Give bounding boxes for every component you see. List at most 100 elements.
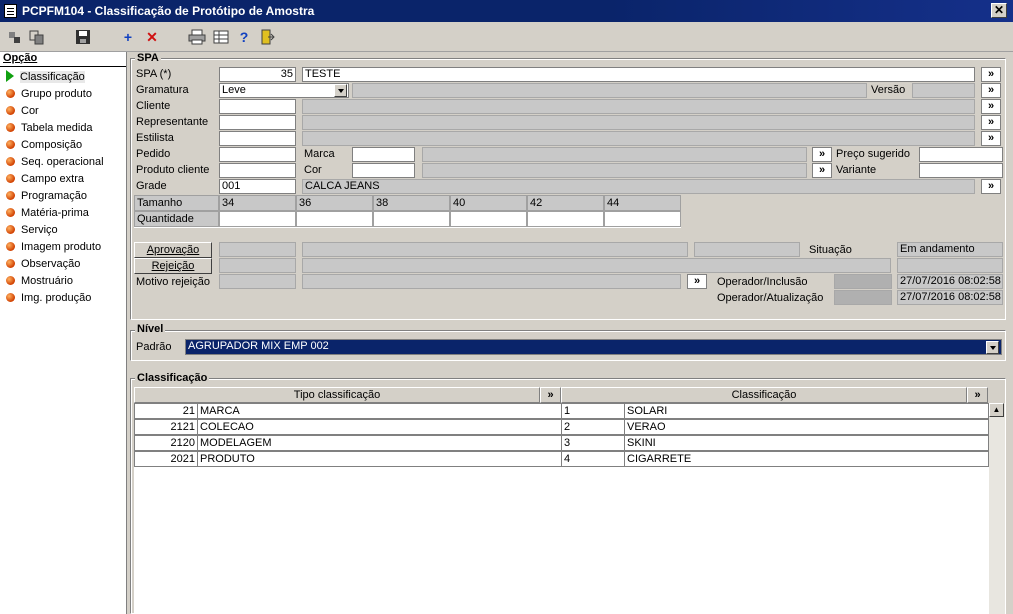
option-item[interactable]: Img. produção xyxy=(6,290,91,307)
quantity-cell[interactable] xyxy=(296,211,373,227)
situacao-field: Em andamento xyxy=(897,242,1003,257)
tipo-more-button[interactable]: » xyxy=(540,387,561,403)
spa-input[interactable]: 35 xyxy=(219,67,296,82)
option-item[interactable]: Serviço xyxy=(6,222,58,239)
print-icon[interactable] xyxy=(188,29,206,46)
rejeicao-button[interactable]: Rejeição xyxy=(134,258,212,274)
quantity-cell[interactable] xyxy=(219,211,296,227)
estilista-more-button[interactable]: » xyxy=(981,131,1001,146)
exit-icon[interactable] xyxy=(258,29,276,46)
option-item[interactable]: Tabela medida xyxy=(6,120,93,137)
scroll-up-icon[interactable]: ▲ xyxy=(989,403,1004,417)
help-icon[interactable]: ? xyxy=(235,29,253,46)
cliente-desc-field xyxy=(302,99,975,114)
table-cell[interactable]: 2120 xyxy=(134,435,198,451)
table-cell[interactable]: 4 xyxy=(561,451,625,467)
first-record-icon[interactable] xyxy=(6,29,24,46)
quantity-cell[interactable] xyxy=(604,211,681,227)
add-icon[interactable]: + xyxy=(119,29,137,46)
operador-atualizacao-label: Operador/Atualização xyxy=(717,292,824,304)
spa-label: SPA (*) xyxy=(136,68,172,80)
marca-label: Marca xyxy=(304,148,335,160)
representante-more-button[interactable]: » xyxy=(981,115,1001,130)
chevron-down-icon[interactable] xyxy=(334,84,347,97)
padrao-select[interactable]: AGRUPADOR MIX EMP 002 xyxy=(185,339,1002,355)
gramatura-desc-field xyxy=(352,83,867,98)
delete-icon[interactable]: ✕ xyxy=(143,29,161,46)
grid-icon[interactable] xyxy=(212,29,230,46)
grade-label: Grade xyxy=(136,180,167,192)
bullet-icon xyxy=(6,89,15,98)
size-cell: 38 xyxy=(373,195,450,211)
grade-more-button[interactable]: » xyxy=(981,179,1001,194)
estilista-input[interactable] xyxy=(219,131,296,146)
bullet-icon xyxy=(6,242,15,251)
gramatura-select[interactable]: Leve xyxy=(219,83,349,98)
table-cell[interactable]: SKINI xyxy=(624,435,989,451)
cliente-input[interactable] xyxy=(219,99,296,114)
spa-description-input[interactable]: TESTE xyxy=(302,67,975,82)
copy-icon[interactable] xyxy=(28,29,46,46)
pedido-input[interactable] xyxy=(219,147,296,162)
table-cell[interactable]: CIGARRETE xyxy=(624,451,989,467)
window-title: PCPFM104 - Classificação de Protótipo de… xyxy=(22,4,315,18)
table-cell[interactable]: 1 xyxy=(561,403,625,419)
option-item[interactable]: Seq. operacional xyxy=(6,154,104,171)
table-cell[interactable]: 21 xyxy=(134,403,198,419)
option-item[interactable]: Matéria-prima xyxy=(6,205,89,222)
table-cell[interactable]: 3 xyxy=(561,435,625,451)
option-item[interactable]: Mostruário xyxy=(6,273,73,290)
cliente-more-button[interactable]: » xyxy=(981,99,1001,114)
table-cell[interactable]: VERAO xyxy=(624,419,989,435)
motivo-more-button[interactable]: » xyxy=(687,274,707,289)
grade-input[interactable]: 001 xyxy=(219,179,296,194)
option-item[interactable]: Cor xyxy=(6,103,39,120)
cor-more-button[interactable]: » xyxy=(812,163,832,178)
chevron-down-icon[interactable] xyxy=(986,341,999,354)
option-item[interactable]: Imagem produto xyxy=(6,239,101,256)
situacao-label: Situação xyxy=(809,244,852,256)
marca-more-button[interactable]: » xyxy=(812,147,832,162)
option-item[interactable]: Programação xyxy=(6,188,87,205)
aprovacao-button[interactable]: Aprovação xyxy=(134,242,212,258)
table-cell[interactable]: MARCA xyxy=(197,403,562,419)
data-inclusao-field: 27/07/2016 08:02:58 xyxy=(897,274,1003,289)
produto-cliente-input[interactable] xyxy=(219,163,296,178)
option-item[interactable]: Observação xyxy=(6,256,80,273)
table-cell[interactable]: SOLARI xyxy=(624,403,989,419)
save-icon[interactable] xyxy=(74,29,92,46)
vertical-scrollbar[interactable] xyxy=(989,403,1005,614)
representante-input[interactable] xyxy=(219,115,296,130)
option-item[interactable]: Classificação xyxy=(6,69,85,86)
table-cell[interactable]: 2 xyxy=(561,419,625,435)
bullet-icon xyxy=(6,123,15,132)
table-cell[interactable]: COLECAO xyxy=(197,419,562,435)
quantity-cell[interactable] xyxy=(450,211,527,227)
column-header-tipo[interactable]: Tipo classificação xyxy=(134,387,540,403)
rejeicao-desc-field xyxy=(302,258,891,273)
option-item[interactable]: Composição xyxy=(6,137,82,154)
versao-more-button[interactable]: » xyxy=(981,83,1001,98)
classificacao-group-title: Classificação xyxy=(135,372,210,384)
classificacao-more-button[interactable]: » xyxy=(967,387,988,403)
table-cell[interactable]: 2021 xyxy=(134,451,198,467)
versao-label: Versão xyxy=(871,84,906,96)
table-cell[interactable]: PRODUTO xyxy=(197,451,562,467)
quantity-cell[interactable] xyxy=(373,211,450,227)
option-item[interactable]: Campo extra xyxy=(6,171,84,188)
option-item[interactable]: Grupo produto xyxy=(6,86,92,103)
cor-input[interactable] xyxy=(352,163,415,178)
aprovacao-desc-field xyxy=(302,242,688,257)
options-panel: Opção Classificação Grupo produto Cor Ta… xyxy=(0,52,127,614)
column-header-classificacao[interactable]: Classificação xyxy=(561,387,967,403)
spa-more-button[interactable]: » xyxy=(981,67,1001,82)
variante-input[interactable] xyxy=(919,163,1003,178)
marca-input[interactable] xyxy=(352,147,415,162)
bullet-icon xyxy=(6,157,15,166)
preco-input[interactable] xyxy=(919,147,1003,162)
quantity-cell[interactable] xyxy=(527,211,604,227)
aprovacao-code-field xyxy=(219,242,296,257)
close-button[interactable]: ✕ xyxy=(991,3,1007,18)
table-cell[interactable]: MODELAGEM xyxy=(197,435,562,451)
table-cell[interactable]: 2121 xyxy=(134,419,198,435)
